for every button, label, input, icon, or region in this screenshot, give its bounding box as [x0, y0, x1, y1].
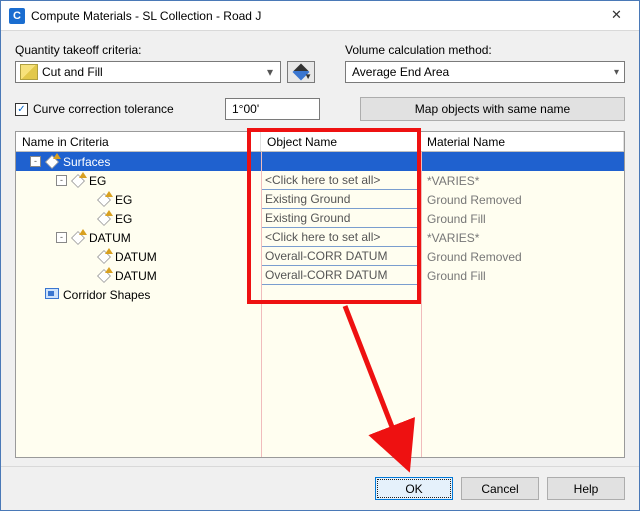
- edit-criteria-button[interactable]: ▼: [287, 61, 315, 83]
- table-row[interactable]: DATUM Overall-CORR DATUMGround Fill: [16, 266, 624, 285]
- ok-label: OK: [405, 482, 422, 496]
- material-name-cell: Ground Fill: [421, 209, 624, 228]
- corridor-shapes-icon: [45, 288, 59, 302]
- surface-icon: [71, 174, 85, 188]
- table-row[interactable]: EG Existing GroundGround Removed: [16, 190, 624, 209]
- row-name: Corridor Shapes: [63, 288, 150, 302]
- criteria-value: Cut and Fill: [42, 65, 262, 79]
- dialog-content: Quantity takeoff criteria: Cut and Fill …: [1, 31, 639, 466]
- tree-expander-icon[interactable]: -: [56, 232, 67, 243]
- window-buttons: ✕: [594, 1, 639, 30]
- grid-body: -Surfaces-EG<Click here to set all>*VARI…: [16, 152, 624, 457]
- object-name-cell[interactable]: [261, 152, 421, 171]
- row-name: DATUM: [115, 250, 157, 264]
- table-row[interactable]: - Surfaces: [16, 152, 624, 171]
- grid-header: Name in Criteria Object Name Material Na…: [16, 132, 624, 152]
- table-row[interactable]: - EG <Click here to set all>*VARIES*: [16, 171, 624, 190]
- material-name-cell: [421, 152, 624, 171]
- row-name: EG: [89, 174, 106, 188]
- chevron-down-icon: ▼: [304, 72, 312, 81]
- app-icon: C: [9, 8, 25, 24]
- map-objects-label: Map objects with same name: [415, 102, 570, 116]
- grid-separator: [261, 152, 262, 457]
- name-cell: DATUM: [16, 247, 261, 266]
- ok-button[interactable]: OK: [375, 477, 453, 500]
- name-cell: - Surfaces: [16, 152, 261, 171]
- name-cell: EG: [16, 190, 261, 209]
- col-header-material[interactable]: Material Name: [421, 132, 624, 151]
- button-bar: OK Cancel Help: [1, 466, 639, 510]
- material-name-cell: Ground Fill: [421, 266, 624, 285]
- name-cell: - EG: [16, 171, 261, 190]
- material-name-cell: *VARIES*: [421, 228, 624, 247]
- row-name: DATUM: [89, 231, 131, 245]
- row-name: DATUM: [115, 269, 157, 283]
- object-name-cell[interactable]: Overall-CORR DATUM: [261, 266, 421, 285]
- object-name-cell[interactable]: <Click here to set all>: [261, 228, 421, 247]
- material-name-cell: [421, 285, 624, 304]
- titlebar: C Compute Materials - SL Collection - Ro…: [1, 1, 639, 31]
- table-row[interactable]: - DATUM <Click here to set all>*VARIES*: [16, 228, 624, 247]
- criteria-label: Quantity takeoff criteria:: [15, 43, 315, 57]
- table-row[interactable]: Corridor Shapes: [16, 285, 624, 304]
- col-header-name[interactable]: Name in Criteria: [16, 132, 261, 151]
- object-name-cell[interactable]: Existing Ground: [261, 190, 421, 209]
- curve-label: Curve correction tolerance: [33, 102, 174, 116]
- close-icon[interactable]: ✕: [594, 1, 639, 29]
- checkbox-box: ✓: [15, 103, 28, 116]
- map-objects-button[interactable]: Map objects with same name: [360, 97, 625, 121]
- surface-icon: [97, 269, 111, 283]
- object-name-cell[interactable]: Overall-CORR DATUM: [261, 247, 421, 266]
- tree-expander-icon[interactable]: -: [30, 156, 41, 167]
- object-name-cell[interactable]: [261, 285, 421, 304]
- row-name: EG: [115, 193, 132, 207]
- tree-expander-icon[interactable]: -: [56, 175, 67, 186]
- object-name-cell[interactable]: <Click here to set all>: [261, 171, 421, 190]
- chevron-down-icon: ▾: [262, 65, 278, 79]
- name-cell: DATUM: [16, 266, 261, 285]
- name-cell: EG: [16, 209, 261, 228]
- help-button[interactable]: Help: [547, 477, 625, 500]
- window-title: Compute Materials - SL Collection - Road…: [31, 9, 594, 23]
- curve-correction-checkbox[interactable]: ✓ Curve correction tolerance: [15, 102, 215, 116]
- curve-value: 1°00': [232, 102, 259, 116]
- table-row[interactable]: EG Existing GroundGround Fill: [16, 209, 624, 228]
- grid-separator: [421, 152, 422, 457]
- material-name-cell: Ground Removed: [421, 247, 624, 266]
- col-header-object[interactable]: Object Name: [261, 132, 421, 151]
- row-name: EG: [115, 212, 132, 226]
- name-cell: Corridor Shapes: [16, 285, 261, 304]
- volume-value: Average End Area: [352, 65, 449, 79]
- surface-icon: [45, 155, 59, 169]
- name-cell: - DATUM: [16, 228, 261, 247]
- table-row[interactable]: DATUM Overall-CORR DATUMGround Removed: [16, 247, 624, 266]
- material-name-cell: *VARIES*: [421, 171, 624, 190]
- second-row: ✓ Curve correction tolerance 1°00' Map o…: [15, 97, 625, 121]
- help-label: Help: [574, 482, 599, 496]
- cancel-button[interactable]: Cancel: [461, 477, 539, 500]
- cut-fill-icon: [20, 64, 38, 80]
- curve-tolerance-input[interactable]: 1°00': [225, 98, 320, 120]
- criteria-combo[interactable]: Cut and Fill ▾: [15, 61, 281, 83]
- row-name: Surfaces: [63, 155, 110, 169]
- surface-icon: [97, 250, 111, 264]
- dialog-window: C Compute Materials - SL Collection - Ro…: [0, 0, 640, 511]
- volume-method-select[interactable]: Average End Area: [345, 61, 625, 83]
- surface-icon: [97, 193, 111, 207]
- surface-icon: [71, 231, 85, 245]
- cancel-label: Cancel: [481, 482, 518, 496]
- surface-icon: [97, 212, 111, 226]
- material-name-cell: Ground Removed: [421, 190, 624, 209]
- materials-grid: Name in Criteria Object Name Material Na…: [15, 131, 625, 458]
- top-row: Quantity takeoff criteria: Cut and Fill …: [15, 43, 625, 83]
- object-name-cell[interactable]: Existing Ground: [261, 209, 421, 228]
- volume-label: Volume calculation method:: [345, 43, 625, 57]
